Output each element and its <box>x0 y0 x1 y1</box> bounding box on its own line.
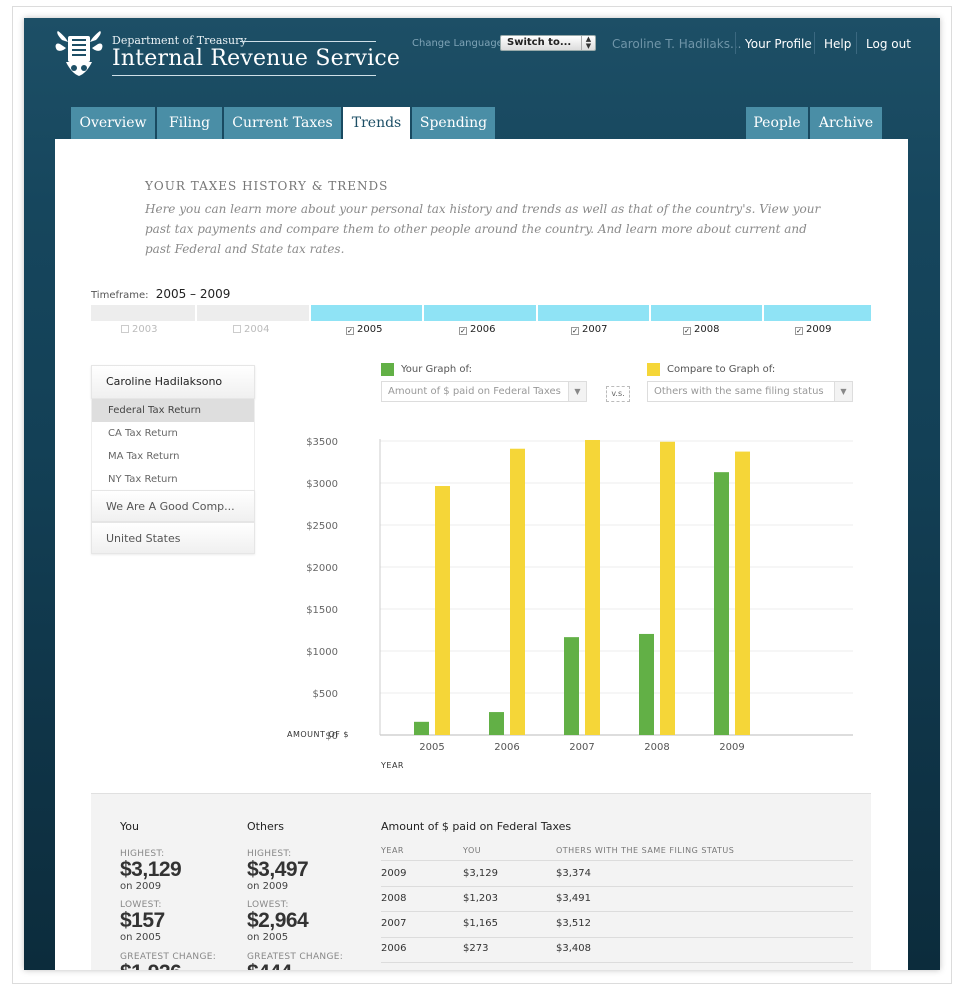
bar-you <box>489 712 504 735</box>
your-profile-link[interactable]: Your Profile <box>745 37 812 51</box>
y-tick-label: $1500 <box>306 605 338 616</box>
y-tick-label: $3500 <box>306 437 338 448</box>
table-cell-year: 2007 <box>381 918 407 929</box>
you-highest-value: $3,129 <box>120 858 182 881</box>
table-header-you: YOU <box>463 846 482 855</box>
bar-others <box>585 439 600 735</box>
bar-you <box>639 633 654 735</box>
y-axis-label: AMOUNT OF $ <box>287 730 349 739</box>
agency-title[interactable]: Internal Revenue Service <box>112 46 400 71</box>
x-axis-label: YEAR <box>380 761 404 770</box>
tab-trends[interactable]: Trends <box>343 107 410 140</box>
table-cell-others: $3,374 <box>556 868 591 879</box>
table-divider <box>381 937 853 938</box>
you-column-title: You <box>120 820 139 833</box>
table-title: Amount of $ paid on Federal Taxes <box>381 820 572 833</box>
bar-you <box>714 472 729 735</box>
x-tick-label: 2005 <box>419 742 444 753</box>
bar-you <box>564 637 579 735</box>
tab-people[interactable]: People <box>746 107 808 139</box>
table-cell-others: $3,512 <box>556 918 591 929</box>
y-tick-label: $2000 <box>306 563 338 574</box>
updown-arrow-icon: ▲ ▼ <box>581 36 595 50</box>
bar-others <box>435 486 450 735</box>
you-change-value: $1,926 <box>120 961 182 970</box>
tab-overview[interactable]: Overview <box>71 107 155 139</box>
header-divider <box>814 32 815 54</box>
table-cell-you: $1,203 <box>463 893 498 904</box>
irs-eagle-logo-icon[interactable] <box>54 30 104 78</box>
bar-others <box>510 448 525 735</box>
help-link[interactable]: Help <box>824 37 851 51</box>
table-cell-year: 2009 <box>381 868 407 879</box>
table-cell-year: 2008 <box>381 893 407 904</box>
you-highest-year: on 2009 <box>120 881 162 892</box>
language-select[interactable]: Switch to... ▲ ▼ <box>500 35 596 51</box>
others-lowest-year: on 2005 <box>247 932 289 943</box>
others-lowest-value: $2,964 <box>247 909 309 932</box>
table-cell-others: $3,491 <box>556 893 591 904</box>
table-cell-you: $3,129 <box>463 868 498 879</box>
bar-others <box>735 451 750 735</box>
logout-link[interactable]: Log out <box>866 37 911 51</box>
x-tick-label: 2007 <box>569 742 594 753</box>
others-highest-year: on 2009 <box>247 881 289 892</box>
y-tick-label: $500 <box>313 689 338 700</box>
table-divider <box>381 886 853 887</box>
agency-rule <box>112 75 376 76</box>
others-highest-value: $3,497 <box>247 858 309 881</box>
others-column-title: Others <box>247 820 284 833</box>
tab-spending[interactable]: Spending <box>412 107 495 139</box>
y-tick-label: $2500 <box>306 521 338 532</box>
dept-rule <box>240 41 376 42</box>
tab-current-taxes[interactable]: Current Taxes <box>224 107 341 139</box>
table-header-year: YEAR <box>381 846 404 855</box>
table-cell-you: $273 <box>463 943 489 954</box>
change-language-label: Change Language <box>412 38 503 49</box>
you-lowest-value: $157 <box>120 909 165 932</box>
table-cell-others: $3,408 <box>556 943 591 954</box>
you-lowest-year: on 2005 <box>120 932 162 943</box>
user-name-link[interactable]: Caroline T. Hadilaks... <box>612 37 741 51</box>
y-tick-label: $1000 <box>306 647 338 658</box>
x-tick-label: 2006 <box>494 742 519 753</box>
tab-archive[interactable]: Archive <box>810 107 882 139</box>
tax-trend-chart: $0$500$1000$1500$2000$2500$3000$3500AMOU… <box>287 437 853 770</box>
main-panel: YOUR TAXES HISTORY & TRENDS Here you can… <box>55 139 908 970</box>
app-window: Department of Treasury Internal Revenue … <box>24 18 940 970</box>
table-cell-you: $1,165 <box>463 918 498 929</box>
header-divider <box>735 32 736 54</box>
tab-filing[interactable]: Filing <box>157 107 222 139</box>
table-divider <box>381 962 853 963</box>
language-select-value: Switch to... <box>507 37 572 48</box>
table-header-others: OTHERS WITH THE SAME FILING STATUS <box>556 846 735 855</box>
table-cell-year: 2006 <box>381 943 407 954</box>
bar-others <box>660 441 675 735</box>
header-divider <box>856 32 857 54</box>
y-tick-label: $3000 <box>306 479 338 490</box>
stats-box: You HIGHEST: $3,129 on 2009 LOWEST: $157… <box>91 793 871 970</box>
x-tick-label: 2009 <box>719 742 744 753</box>
bar-you <box>414 721 429 735</box>
x-tick-label: 2008 <box>644 742 669 753</box>
table-divider <box>381 860 853 861</box>
table-divider <box>381 911 853 912</box>
others-change-value: $444 <box>247 961 292 970</box>
